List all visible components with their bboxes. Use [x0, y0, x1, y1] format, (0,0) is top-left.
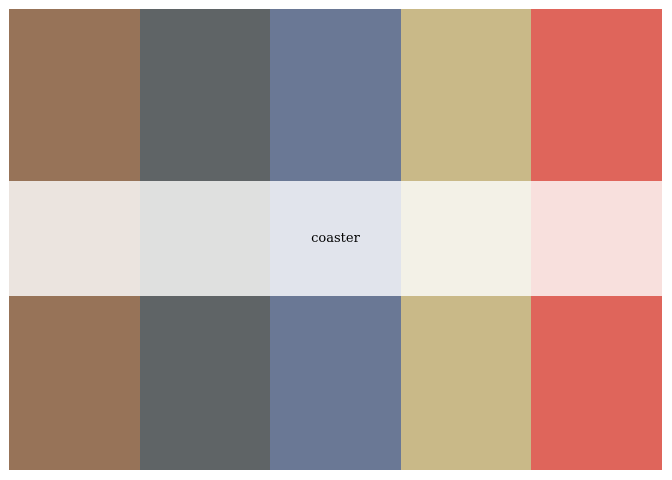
swatch-2-bottom	[139, 296, 271, 470]
swatch-5-bottom	[531, 296, 662, 470]
swatch-2-tint	[139, 181, 271, 296]
color-palette: coaster	[9, 9, 662, 470]
swatch-3-bottom	[270, 296, 401, 470]
swatch-5-top	[531, 9, 662, 181]
swatch-1-bottom	[9, 296, 140, 470]
swatch-3-top	[270, 9, 401, 181]
swatch-column-2	[139, 9, 271, 470]
swatch-2-top	[139, 9, 271, 181]
palette-label: coaster	[311, 231, 360, 246]
swatch-column-4	[400, 9, 532, 470]
swatch-4-top	[400, 9, 532, 181]
swatch-column-5	[531, 9, 662, 470]
swatch-5-tint	[531, 181, 662, 296]
swatch-column-3: coaster	[270, 9, 401, 470]
swatch-4-bottom	[400, 296, 532, 470]
swatch-1-top	[9, 9, 140, 181]
swatch-4-tint	[400, 181, 532, 296]
swatch-column-1	[9, 9, 140, 470]
swatch-1-tint	[9, 181, 140, 296]
swatch-3-tint: coaster	[270, 181, 401, 296]
